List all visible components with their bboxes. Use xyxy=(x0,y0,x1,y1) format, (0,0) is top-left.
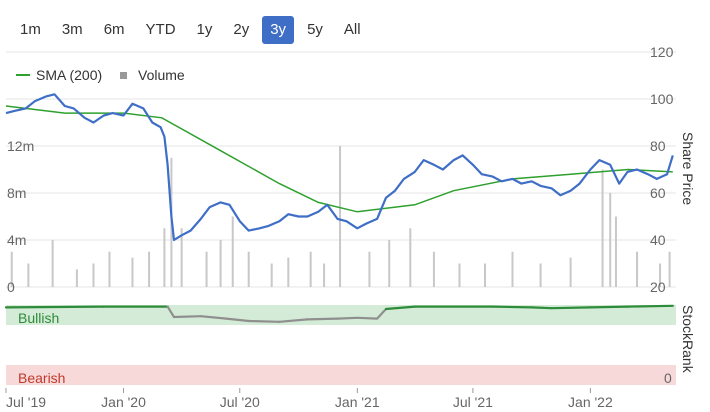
stockrank-segment xyxy=(306,317,339,321)
volume-bar xyxy=(539,263,542,287)
stockrank-segment xyxy=(247,319,281,323)
volume-bar xyxy=(614,216,617,287)
price-tick-label: 80 xyxy=(650,138,666,154)
price-tick-label: 60 xyxy=(650,185,666,201)
volume-bar xyxy=(131,257,134,287)
x-tick-label: Jan '22 xyxy=(568,394,613,410)
volume-bar xyxy=(148,251,151,287)
volume-bar xyxy=(309,251,312,287)
price-axis-label: Share Price xyxy=(680,132,696,205)
volume-bar xyxy=(108,251,111,287)
stockrank-bearish-band xyxy=(6,365,676,385)
x-tick-label: Jul '19 xyxy=(6,394,46,410)
volume-bar xyxy=(511,251,514,287)
price-tick-label: 100 xyxy=(650,91,674,107)
volume-bar xyxy=(92,263,95,287)
volume-bar xyxy=(368,251,371,287)
stockrank-axis-label: StockRank xyxy=(680,305,696,374)
volume-bar xyxy=(247,251,250,287)
x-tick-label: Jan '20 xyxy=(101,394,146,410)
volume-bar xyxy=(180,228,183,287)
stockrank-segment xyxy=(336,316,359,320)
stockrank-axis-tick-0: 0 xyxy=(664,370,672,386)
volume-bar xyxy=(601,169,604,287)
stockrank-segment xyxy=(491,305,533,309)
x-tick-label: Jul '21 xyxy=(453,394,493,410)
volume-tick-label: 12m xyxy=(7,138,34,154)
volume-bar xyxy=(219,240,222,287)
volume-bar xyxy=(432,251,435,287)
legend-volume-label: Volume xyxy=(138,67,185,83)
volume-bar xyxy=(163,228,166,287)
legend-volume-swatch xyxy=(120,72,127,79)
price-tick-label: 40 xyxy=(650,232,666,248)
stockrank-bearish-label: Bearish xyxy=(18,370,65,386)
x-tick-label: Jul '20 xyxy=(220,394,260,410)
stock-chart: SMA (200) Volume 20 40 60 80 100 120 0 4m 8m 12m… xyxy=(4,44,696,410)
volume-bar xyxy=(205,251,208,287)
volume-tick-label: 4m xyxy=(7,232,26,248)
volume-bar xyxy=(287,257,290,287)
x-tick-label: Jan '21 xyxy=(335,394,380,410)
volume-bar xyxy=(231,216,234,287)
stockrank-segment xyxy=(4,305,105,309)
stockrank-segment xyxy=(550,306,592,310)
volume-tick-label: 0 xyxy=(7,279,15,295)
x-axis-ticks: Jul '19 Jan '20 Jul '20 Jan '21 Jul '21 Jan '… xyxy=(5,388,613,410)
stockrank-segment xyxy=(626,304,674,308)
stockrank-segment xyxy=(356,316,379,320)
volume-bar xyxy=(270,263,273,287)
volume-bar xyxy=(75,269,78,287)
legend-sma-label: SMA (200) xyxy=(36,67,102,83)
volume-bar xyxy=(609,193,612,287)
stockrank-segment xyxy=(530,306,553,310)
stockrank-segment xyxy=(589,305,630,309)
volume-bar xyxy=(388,240,391,287)
stockrank-segment xyxy=(172,315,202,319)
price-tick-label: 20 xyxy=(650,279,666,295)
volume-bar xyxy=(458,263,461,287)
volume-bar xyxy=(668,251,671,287)
legend: SMA (200) Volume xyxy=(16,67,185,83)
volume-bar xyxy=(27,263,30,287)
volume-bar xyxy=(484,263,487,287)
volume-bar xyxy=(409,228,412,287)
volume-bar xyxy=(569,257,572,287)
volume-bar xyxy=(339,146,342,287)
volume-bar xyxy=(323,263,326,287)
volume-bar xyxy=(636,251,639,287)
volume-bar xyxy=(51,240,54,287)
price-tick-label: 120 xyxy=(650,44,674,60)
stockrank-bullish-label: Bullish xyxy=(18,310,59,326)
volume-tick-label: 8m xyxy=(7,185,26,201)
